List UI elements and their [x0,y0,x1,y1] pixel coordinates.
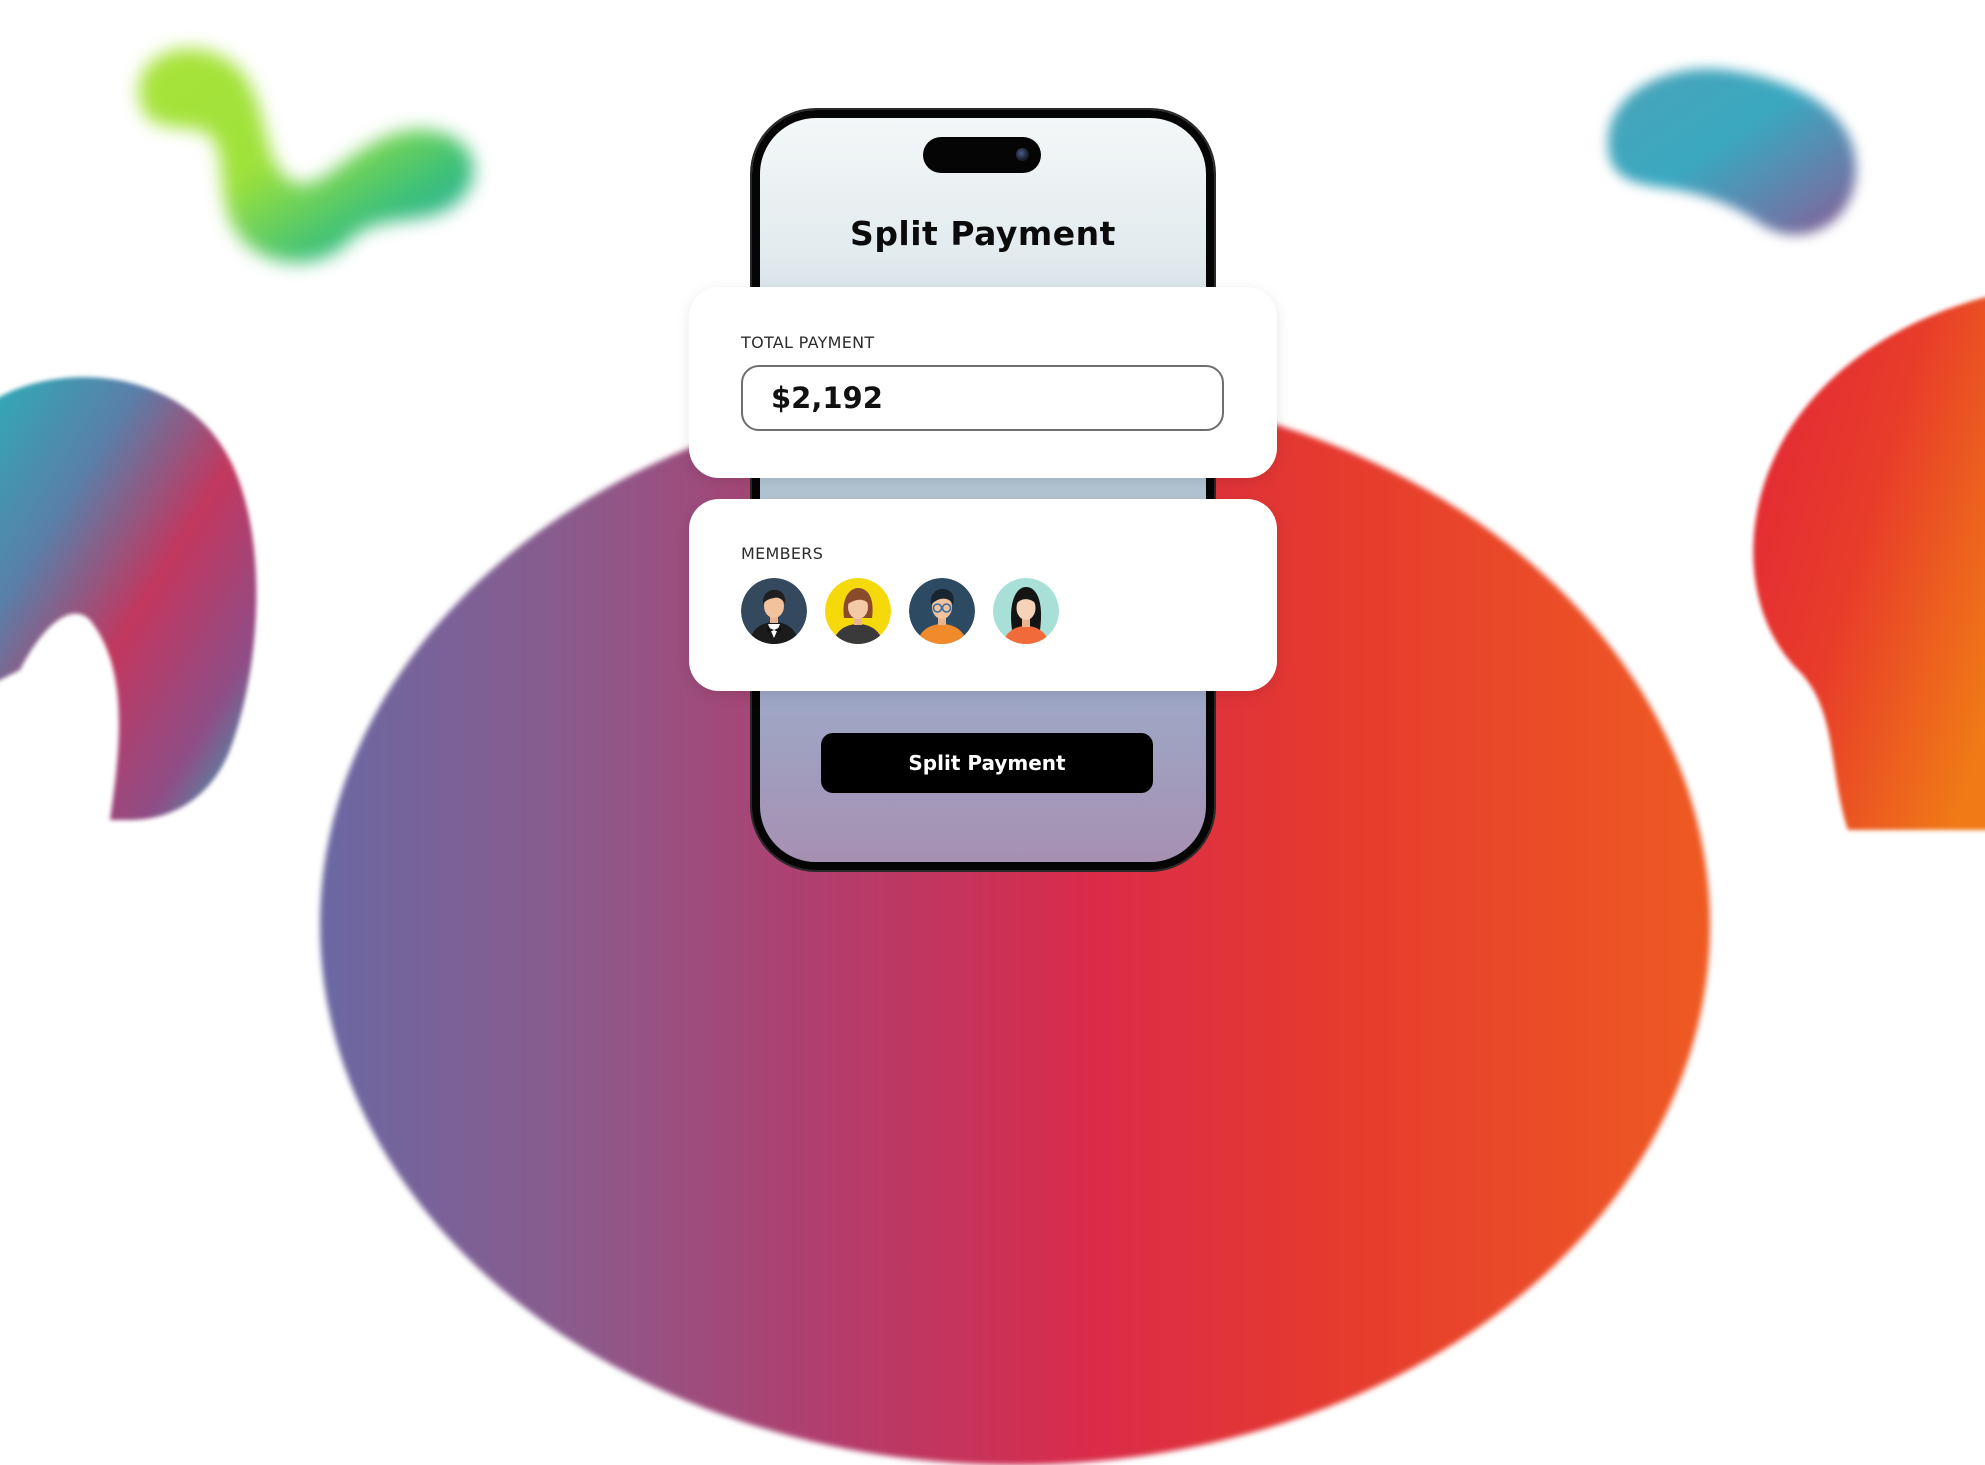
teal-blob-decoration [1608,68,1857,235]
avatar-woman-black-hair-icon[interactable] [993,578,1059,644]
members-card: MEMBERS [689,499,1277,691]
members-avatar-list [741,578,1059,644]
split-payment-button[interactable]: Split Payment [821,733,1153,793]
green-blob-decoration [139,48,474,263]
members-label: MEMBERS [741,544,824,563]
total-payment-card: TOTAL PAYMENT [689,287,1277,478]
right-orange-blob-decoration [1753,297,1985,830]
camera-lens-icon [1016,148,1029,161]
dynamic-island [923,137,1041,173]
avatar-woman-brown-hair-icon[interactable] [825,578,891,644]
left-ribbon-decoration [0,377,257,820]
total-payment-label: TOTAL PAYMENT [741,333,875,352]
total-payment-input[interactable] [741,365,1224,431]
avatar-man-bowtie-icon[interactable] [741,578,807,644]
page-title: Split Payment [850,214,1116,253]
avatar-man-glasses-icon[interactable] [909,578,975,644]
